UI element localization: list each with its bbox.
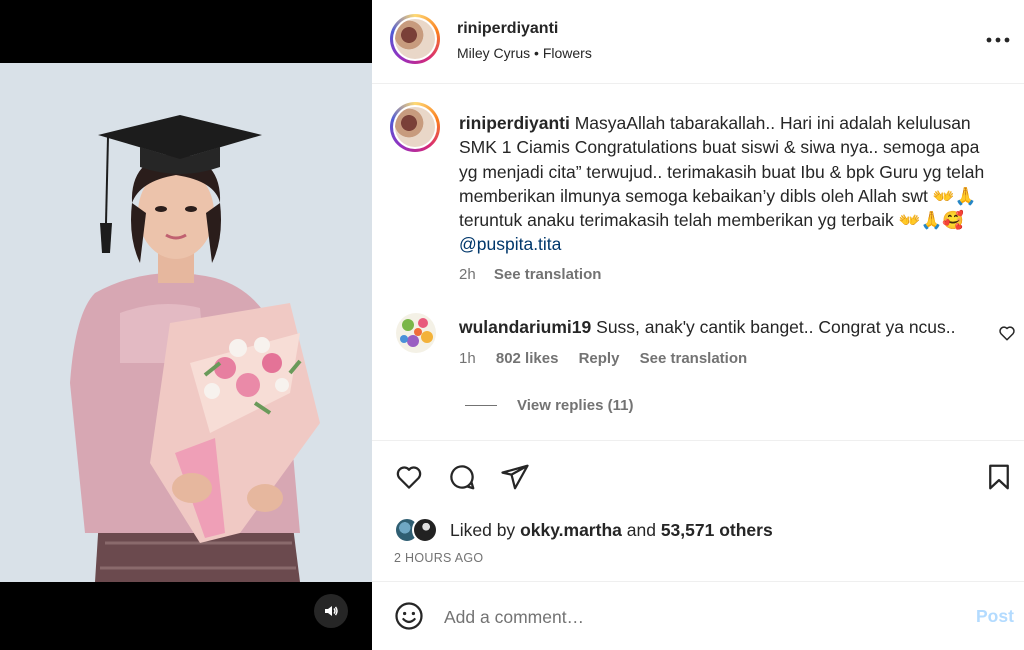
volume-icon [325, 606, 338, 616]
liked-by-and: and [626, 519, 656, 540]
audio-track[interactable]: Flowers [543, 45, 592, 61]
heart-icon [396, 466, 422, 489]
liked-by: Liked by okky.martha and 53,571 others [394, 517, 773, 543]
comment-time: 1h [459, 350, 476, 367]
post-details-panel: riniperdiyanti Miley Cyrus • Flowers rin… [372, 0, 1024, 650]
author-username[interactable]: riniperdiyanti [457, 20, 558, 38]
comment-likes[interactable]: 802 likes [496, 350, 559, 367]
heart-icon [999, 326, 1015, 341]
caption-author-avatar[interactable] [390, 102, 440, 152]
volume-button[interactable] [314, 594, 348, 628]
caption-meta: 2h See translation [459, 263, 999, 287]
comment-meta: 1h 802 likes Reply See translation [459, 350, 763, 367]
comment-username[interactable]: wulandariumi19 [459, 317, 591, 337]
caption-time: 2h [459, 265, 476, 283]
audio-info[interactable]: Miley Cyrus • Flowers [457, 45, 592, 61]
more-options-icon [986, 37, 1010, 43]
post-actions: Liked by okky.martha and 53,571 others 2… [372, 440, 1024, 640]
save-button[interactable] [984, 462, 1014, 492]
liked-by-avatars[interactable] [394, 517, 442, 543]
comment-like-button[interactable] [998, 324, 1016, 342]
replies-divider [465, 405, 497, 406]
post-photo[interactable] [0, 63, 372, 582]
post-media [0, 0, 372, 650]
emoji-icon [395, 602, 423, 630]
comment-input[interactable] [444, 604, 924, 630]
caption-username[interactable]: riniperdiyanti [459, 113, 570, 133]
comment-see-translation[interactable]: See translation [640, 350, 748, 367]
view-replies-button[interactable]: View replies (11) [465, 397, 633, 414]
post-header: riniperdiyanti Miley Cyrus • Flowers [372, 0, 1024, 84]
view-replies-label: View replies (11) [517, 397, 634, 414]
post-timestamp[interactable]: 2 HOURS AGO [394, 551, 483, 565]
liker-avatar[interactable] [412, 517, 438, 543]
share-icon [501, 464, 529, 490]
bookmark-icon [989, 464, 1009, 490]
post-comment-button[interactable]: Post [976, 606, 1014, 627]
comment-reply-button[interactable]: Reply [579, 350, 620, 367]
audio-separator: • [534, 45, 539, 61]
author-avatar[interactable] [390, 14, 440, 64]
comment-body: wulandariumi19 Suss, anak'y cantik bange… [459, 315, 979, 339]
add-comment-bar: Post [372, 581, 1024, 650]
comment-icon [450, 465, 475, 490]
emoji-button[interactable] [394, 601, 424, 631]
graduation-portrait-image [0, 63, 372, 582]
comment-text: Suss, anak'y cantik banget.. Congrat ya … [596, 317, 956, 337]
more-options-button[interactable] [984, 28, 1012, 52]
comment-button[interactable] [447, 462, 477, 492]
liked-by-others[interactable]: 53,571 others [661, 520, 773, 541]
like-button[interactable] [394, 462, 424, 492]
commenter-avatar[interactable] [396, 313, 436, 353]
liked-by-user[interactable]: okky.martha [520, 520, 622, 541]
liked-by-prefix: Liked by [450, 519, 516, 540]
commenter-avatar-image [396, 313, 436, 353]
audio-artist[interactable]: Miley Cyrus [457, 45, 530, 61]
share-button[interactable] [500, 462, 530, 492]
caption-see-translation[interactable]: See translation [494, 266, 602, 283]
post-caption: riniperdiyanti MasyaAllah tabarakallah..… [459, 111, 999, 287]
caption-mention[interactable]: @puspita.tita [459, 234, 561, 254]
